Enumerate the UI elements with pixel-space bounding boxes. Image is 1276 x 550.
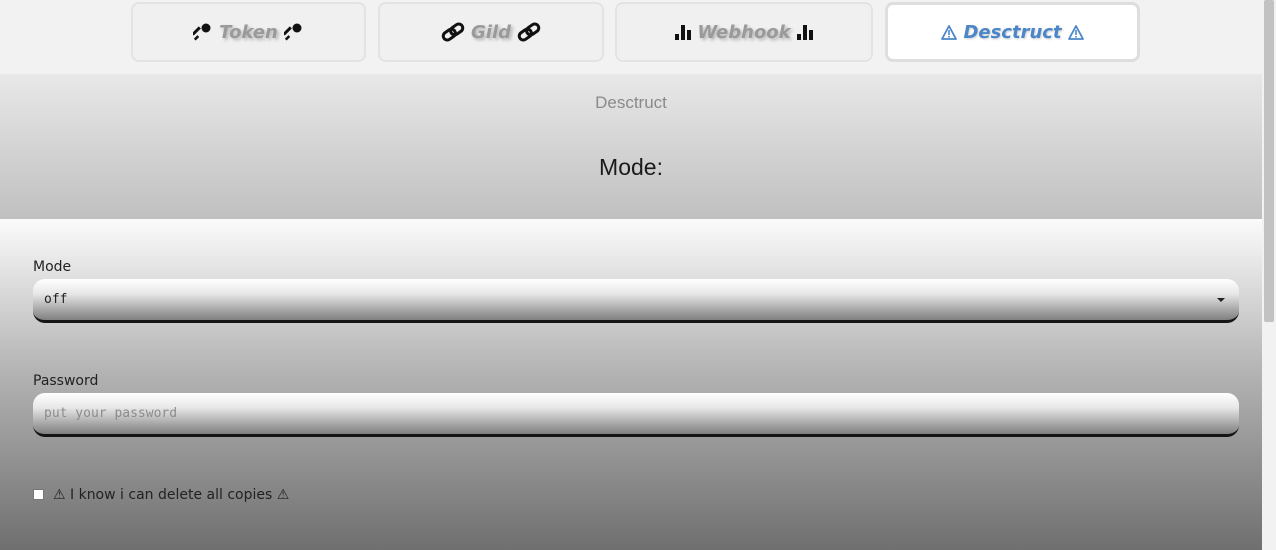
warning-icon <box>941 24 958 40</box>
chevron-down-icon <box>1217 298 1225 302</box>
mode-label: Mode <box>33 259 72 275</box>
bar-chart-icon <box>675 24 692 40</box>
tab-webhook[interactable]: Webhook <box>615 2 873 62</box>
password-input[interactable]: put your password <box>33 393 1239 437</box>
link-icon <box>517 22 541 42</box>
tab-webhook-label: Webhook <box>697 21 791 43</box>
link-icon <box>441 22 465 42</box>
tab-gild[interactable]: Gild <box>378 2 604 62</box>
tab-gild-label: Gild <box>471 21 511 43</box>
scrollbar-thumb[interactable] <box>1264 0 1274 322</box>
bar-chart-icon <box>796 24 813 40</box>
password-label: Password <box>33 373 99 389</box>
password-placeholder: put your password <box>44 406 178 421</box>
tab-token-label: Token <box>219 21 278 43</box>
tab-token[interactable]: Token <box>131 2 366 62</box>
confirm-checkbox[interactable] <box>33 489 44 500</box>
key-icon <box>193 22 213 42</box>
scrollbar[interactable] <box>1262 0 1276 550</box>
section-header: Desctruct Mode: <box>0 74 1262 220</box>
tab-desctruct-label: Desctruct <box>963 21 1062 43</box>
tab-desctruct[interactable]: Desctruct <box>885 2 1140 62</box>
mode-heading: Mode: <box>599 154 663 180</box>
mode-select[interactable]: off <box>33 279 1239 323</box>
mode-select-value: off <box>44 292 68 307</box>
tab-bar: Token Gild Webhook Desctruct <box>0 0 1262 66</box>
section-subtitle: Desctruct <box>595 93 667 112</box>
key-icon <box>283 22 304 42</box>
warning-icon <box>1067 24 1084 40</box>
confirm-checkbox-label: ⚠ I know i can delete all copies ⚠ <box>53 487 290 503</box>
